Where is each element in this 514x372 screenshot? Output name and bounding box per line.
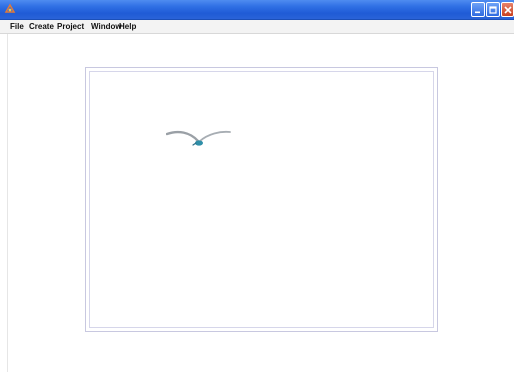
maximize-button[interactable] bbox=[486, 2, 500, 17]
maximize-icon bbox=[489, 5, 497, 14]
menu-help[interactable]: Help bbox=[119, 21, 136, 33]
app-icon bbox=[4, 3, 16, 13]
menu-project[interactable]: Project bbox=[57, 21, 84, 33]
menu-create[interactable]: Create bbox=[29, 21, 54, 33]
close-icon bbox=[503, 5, 512, 14]
minimize-button[interactable] bbox=[471, 2, 485, 17]
stage-canvas-inner[interactable] bbox=[89, 71, 434, 328]
menu-file[interactable]: File bbox=[10, 21, 24, 33]
workspace-divider bbox=[7, 34, 8, 372]
bird-icon[interactable] bbox=[166, 126, 232, 150]
stage-canvas[interactable] bbox=[85, 67, 438, 332]
minimize-icon bbox=[475, 11, 480, 13]
title-bar[interactable] bbox=[0, 0, 514, 20]
close-button[interactable] bbox=[501, 2, 514, 17]
menu-window[interactable]: Window bbox=[91, 21, 122, 33]
menu-bar: File Create Project Window Help bbox=[0, 20, 514, 34]
app-window: File Create Project Window Help bbox=[0, 0, 514, 372]
